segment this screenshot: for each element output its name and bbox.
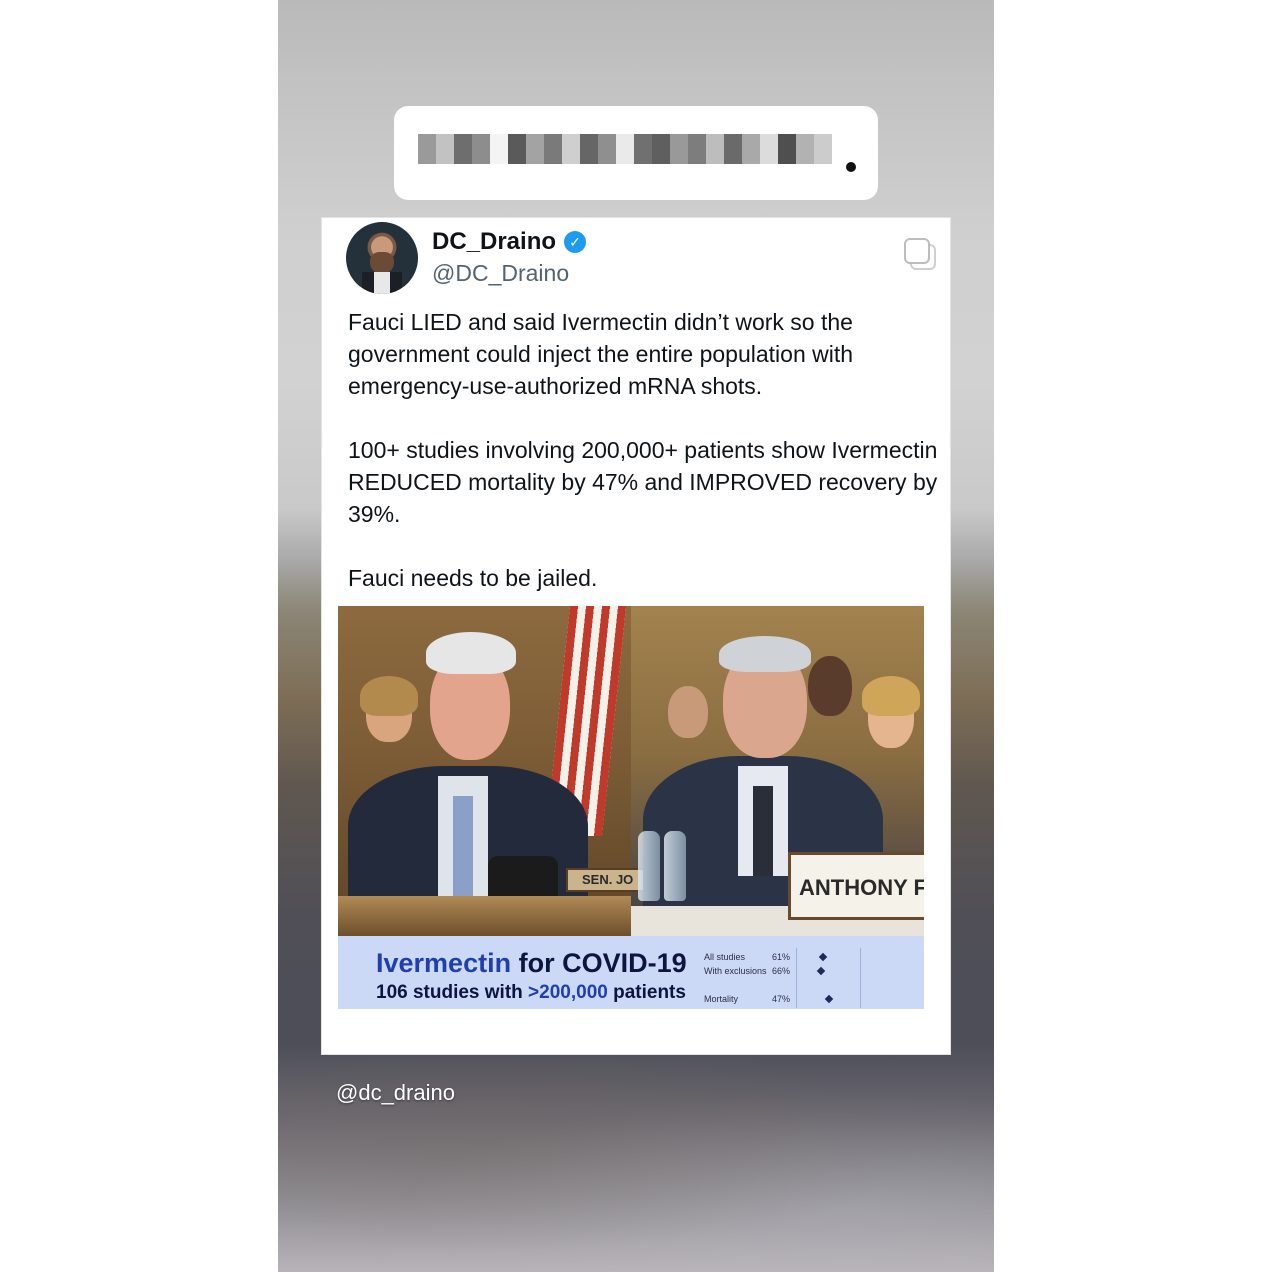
display-name[interactable]: DC_Draino ✓ [432,228,587,256]
copy-icon[interactable] [904,238,936,270]
lower-third-banner: Ivermectin for COVID-19 106 studies with… [338,936,924,1009]
pixelated-text [418,134,832,164]
table-row: All studies 61% [704,952,791,962]
caption-period [846,162,856,172]
lower-third-title: Ivermectin for COVID-19 [376,948,687,978]
watermark-handle: @dc_draino [336,1080,455,1105]
desk-left [338,896,631,936]
forest-plot-marker [824,994,834,1004]
tweet-card[interactable]: DC_Draino ✓ @DC_Draino Fauci LIED and sa… [321,217,951,1055]
table-row: With exclusions 66% [704,966,791,976]
user-handle[interactable]: @DC_Draino [432,260,569,287]
placard-right: ANTHONY FAU [788,852,924,920]
tweet-video-thumbnail[interactable]: SEN. JO ANTHONY FAU Ivermectin for COVID… [338,606,924,1009]
tweet-paragraph: 100+ studies involving 200,000+ patients… [348,437,938,527]
forest-plot-marker [816,966,826,976]
placard-left: SEN. JO [566,868,646,892]
verified-badge-icon: ✓ [564,231,587,253]
tweet-body: Fauci LIED and said Ivermectin didn’t wo… [348,306,938,594]
avatar[interactable] [346,222,418,294]
blurred-caption [394,106,878,200]
forest-plot-marker [818,952,828,962]
tweet-paragraph: Fauci LIED and said Ivermectin didn’t wo… [348,309,854,399]
table-row: Mortality 47% [704,994,791,1004]
display-name-text[interactable]: DC_Draino [432,228,556,256]
lower-third-table: All studies 61% With exclusions 66% Mortal… [704,948,904,1008]
tweet-paragraph: Fauci needs to be jailed. [348,565,598,591]
lower-third-subtitle: 106 studies with >200,000 patients [376,982,686,1003]
